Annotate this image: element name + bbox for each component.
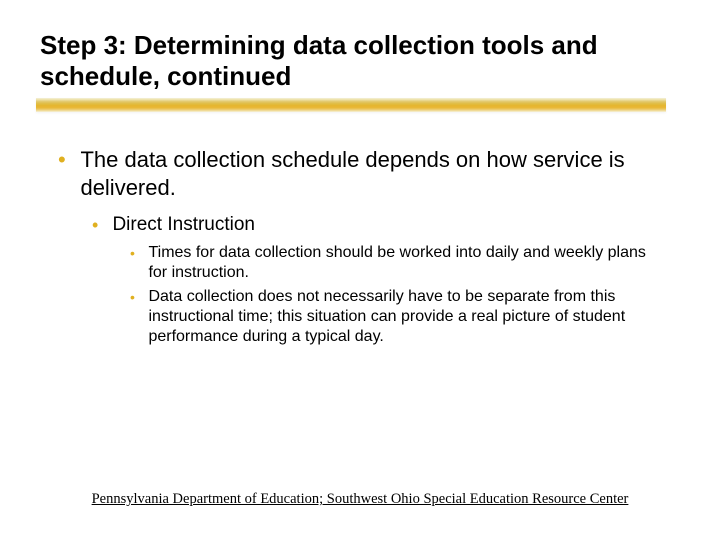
bullet-level2: • Direct Instruction	[92, 213, 680, 237]
bullet-icon: •	[58, 146, 76, 174]
title-underline	[36, 98, 666, 112]
footer-citation: Pennsylvania Department of Education; So…	[0, 491, 720, 508]
bullet-level3: • Times for data collection should be wo…	[130, 243, 680, 283]
bullet-text: The data collection schedule depends on …	[80, 146, 660, 201]
bullet-text: Direct Instruction	[112, 213, 652, 237]
bullet-icon: •	[130, 287, 144, 307]
bullet-level3: • Data collection does not necessarily h…	[130, 287, 680, 347]
bullet-text: Times for data collection should be work…	[148, 243, 658, 283]
bullet-icon: •	[92, 213, 108, 237]
bullet-level1: • The data collection schedule depends o…	[58, 146, 680, 201]
slide-title: Step 3: Determining data collection tool…	[40, 30, 680, 92]
bullet-text: Data collection does not necessarily hav…	[148, 287, 658, 347]
bullet-icon: •	[130, 243, 144, 263]
slide: Step 3: Determining data collection tool…	[0, 0, 720, 540]
